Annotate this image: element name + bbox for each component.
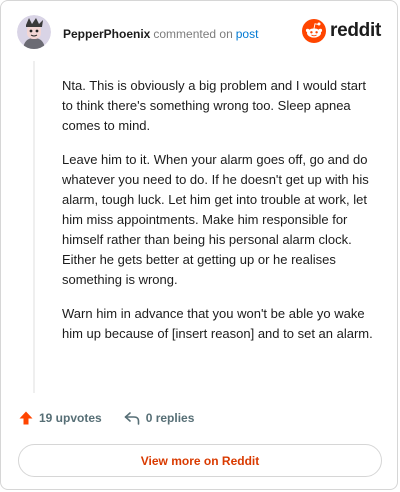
view-more-button[interactable]: View more on Reddit xyxy=(18,444,382,477)
upvote-button[interactable]: 19 upvotes xyxy=(19,411,102,425)
comment-paragraph: Warn him in advance that you won't be ab… xyxy=(62,306,373,341)
upvote-arrow-icon xyxy=(19,411,33,425)
comment-meta: PepperPhoenix commented on post xyxy=(63,27,258,41)
reddit-brand[interactable]: reddit xyxy=(302,19,381,43)
reply-count: 0 replies xyxy=(145,411,195,425)
comment-header: PepperPhoenix commented on post reddit xyxy=(17,15,381,55)
comment-embed-card: PepperPhoenix commented on post reddit Nta… xyxy=(0,0,398,490)
comment-paragraph: Leave him to it. When your alarm goes of… xyxy=(62,152,369,287)
commented-on-text: commented on xyxy=(153,27,233,41)
comment-paragraph: Nta. This is obviously a big problem and… xyxy=(62,78,366,133)
user-avatar[interactable] xyxy=(17,15,51,49)
reddit-logo-icon xyxy=(302,19,327,43)
thread-line xyxy=(33,61,35,393)
reply-button[interactable]: 0 replies xyxy=(124,411,195,425)
comment-body: Nta. This is obviously a big problem and… xyxy=(62,76,380,358)
post-link[interactable]: post xyxy=(236,27,259,41)
reddit-wordmark: reddit xyxy=(330,20,381,41)
comment-actions: 19 upvotes 0 replies xyxy=(19,411,194,425)
reply-arrow-icon xyxy=(124,412,140,425)
upvote-count: 19 upvotes xyxy=(39,411,102,425)
author-name[interactable]: PepperPhoenix xyxy=(63,27,150,41)
